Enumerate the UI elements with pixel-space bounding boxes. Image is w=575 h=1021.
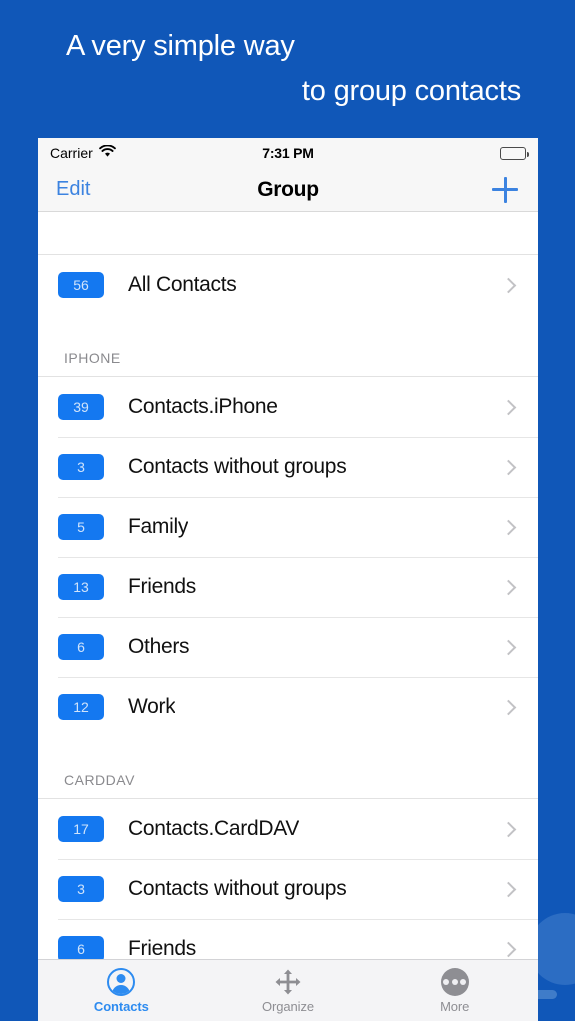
list-item-label: Others bbox=[128, 635, 190, 658]
count-badge: 39 bbox=[58, 394, 104, 420]
list-item[interactable]: 13 Friends bbox=[38, 557, 538, 617]
count-badge: 6 bbox=[58, 634, 104, 660]
list-item-label: Work bbox=[128, 695, 176, 718]
headline-line-2: to group contacts bbox=[301, 75, 521, 107]
tab-contacts[interactable]: Contacts bbox=[38, 967, 205, 1014]
chevron-right-icon bbox=[500, 519, 517, 535]
chevron-right-icon bbox=[500, 639, 517, 655]
list-item[interactable]: 3 Contacts without groups bbox=[38, 859, 538, 919]
list-item-label: Friends bbox=[128, 575, 196, 598]
chevron-right-icon bbox=[500, 399, 517, 415]
list-item[interactable]: 5 Family bbox=[38, 497, 538, 557]
status-bar-right bbox=[500, 146, 530, 160]
tab-organize[interactable]: Organize bbox=[205, 968, 372, 1014]
navigation-bar: Edit Group bbox=[38, 168, 538, 212]
tab-more-label: More bbox=[440, 998, 470, 1014]
section-header-label: IPHONE bbox=[64, 350, 121, 366]
list-item-label: Friends bbox=[128, 937, 196, 960]
count-badge: 13 bbox=[58, 574, 104, 600]
ellipsis-dot bbox=[451, 978, 458, 985]
tab-more[interactable]: More bbox=[371, 967, 538, 1014]
ellipsis-circle-icon bbox=[440, 967, 469, 996]
ellipsis-dot bbox=[460, 978, 467, 985]
person-circle-icon bbox=[107, 967, 136, 996]
count-badge: 3 bbox=[58, 876, 104, 902]
list-item[interactable]: 6 Others bbox=[38, 617, 538, 677]
list-item-label: Contacts.iPhone bbox=[128, 395, 278, 418]
chevron-right-icon bbox=[500, 277, 517, 293]
section-header: CARDDAV bbox=[38, 737, 538, 799]
chevron-right-icon bbox=[500, 579, 517, 595]
chevron-right-icon bbox=[500, 821, 517, 837]
list-body: 56 All Contacts IPHONE 39 Contacts.iPhone 3 Co… bbox=[38, 255, 538, 979]
count-badge: 56 bbox=[58, 272, 104, 298]
list-item[interactable]: 17 Contacts.CardDAV bbox=[38, 799, 538, 859]
list-item[interactable]: 39 Contacts.iPhone bbox=[38, 377, 538, 437]
section-header-label: CARDDAV bbox=[64, 772, 135, 788]
chevron-right-icon bbox=[500, 941, 517, 957]
promo-headline: A very simple way to group contacts bbox=[0, 24, 575, 114]
list-item-label: Contacts without groups bbox=[128, 877, 347, 900]
group-list[interactable]: 56 All Contacts IPHONE 39 Contacts.iPhone 3 Co… bbox=[38, 212, 538, 1021]
list-item-label: Family bbox=[128, 515, 189, 538]
move-arrows-icon bbox=[274, 968, 302, 996]
list-top-spacer bbox=[38, 212, 538, 255]
plus-icon[interactable] bbox=[490, 175, 520, 205]
list-item-label: Contacts.CardDAV bbox=[128, 817, 300, 840]
list-item[interactable]: 12 Work bbox=[38, 677, 538, 737]
battery-icon bbox=[500, 146, 530, 160]
tab-bar: Contacts Organize More bbox=[38, 959, 538, 1021]
count-badge: 12 bbox=[58, 694, 104, 720]
page-title: Group bbox=[257, 177, 319, 201]
count-badge: 5 bbox=[58, 514, 104, 540]
tab-organize-label: Organize bbox=[262, 998, 314, 1014]
status-bar: Carrier 7:31 PM bbox=[38, 138, 538, 168]
count-badge: 3 bbox=[58, 454, 104, 480]
list-item[interactable]: 56 All Contacts bbox=[38, 255, 538, 315]
phone-screen: Carrier 7:31 PM Edit Group 56 All Contact… bbox=[38, 138, 538, 1021]
chevron-right-icon bbox=[500, 881, 517, 897]
list-item-label: All Contacts bbox=[128, 273, 237, 296]
list-item-label: Contacts without groups bbox=[128, 455, 347, 478]
count-badge: 17 bbox=[58, 816, 104, 842]
status-bar-time: 7:31 PM bbox=[262, 145, 314, 161]
headline-line-1: A very simple way bbox=[66, 30, 295, 62]
chevron-right-icon bbox=[500, 699, 517, 715]
list-item[interactable]: 3 Contacts without groups bbox=[38, 437, 538, 497]
section-header: IPHONE bbox=[38, 315, 538, 377]
chevron-right-icon bbox=[500, 459, 517, 475]
tab-contacts-label: Contacts bbox=[93, 998, 149, 1014]
ellipsis-dot bbox=[443, 978, 450, 985]
